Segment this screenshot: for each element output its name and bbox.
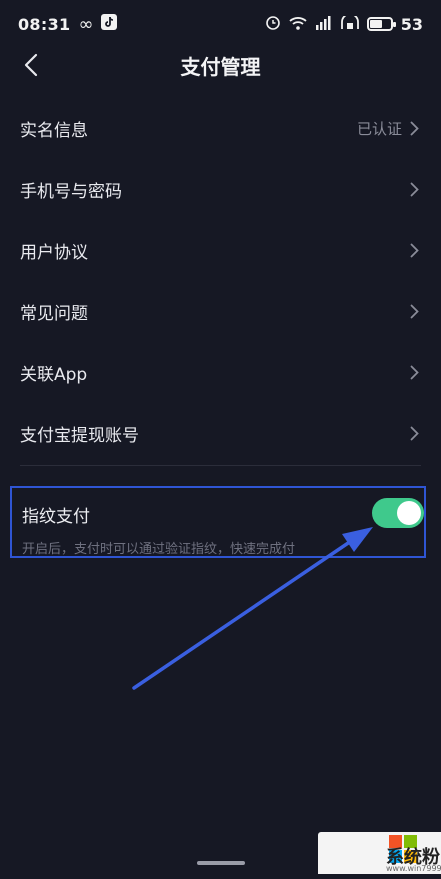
menu-item-label: 手机号与密码 (20, 182, 122, 202)
hd-signal-icon (340, 12, 359, 34)
status-bar: 08:31 ∞ 53 (0, 0, 441, 48)
back-button[interactable] (14, 48, 48, 82)
chevron-left-icon (24, 53, 38, 77)
chevron-right-icon (410, 182, 419, 197)
nav-bar: 支付管理 (0, 48, 441, 82)
menu-item-faq[interactable]: 常见问题 (0, 281, 441, 342)
settings-list: 实名信息 已认证 手机号与密码 用户协议 常见问题 关联App 支付宝提现账号 (0, 98, 441, 464)
chevron-right-icon (410, 426, 419, 441)
page-title: 支付管理 (180, 54, 261, 79)
menu-item-label: 实名信息 (20, 121, 88, 141)
chevron-right-icon (410, 304, 419, 319)
signal-icon (315, 15, 333, 34)
menu-item-alipay-account[interactable]: 支付宝提现账号 (0, 403, 441, 464)
tiktok-icon (101, 14, 118, 34)
chevron-right-icon (410, 121, 419, 136)
wifi-icon (289, 15, 307, 34)
menu-item-label: 常见问题 (20, 304, 88, 324)
battery-icon (366, 17, 396, 31)
fingerprint-payment-toggle[interactable] (372, 498, 424, 528)
home-indicator (197, 861, 245, 865)
menu-item-real-name[interactable]: 实名信息 已认证 (0, 98, 441, 159)
menu-item-label: 关联App (20, 365, 88, 385)
menu-item-label: 用户协议 (20, 243, 88, 263)
fingerprint-payment-label: 指纹支付 (22, 507, 90, 527)
menu-item-linked-app[interactable]: 关联App (0, 342, 441, 403)
section-divider (20, 465, 421, 466)
chevron-right-icon (410, 243, 419, 258)
watermark-url: www.win7999.com (386, 864, 441, 873)
alarm-icon (265, 14, 281, 34)
fingerprint-payment-section: 指纹支付 开启后，支付时可以通过验证指纹，快速完成付 (10, 486, 426, 558)
infinity-icon: ∞ (78, 13, 94, 35)
toggle-knob (397, 501, 421, 525)
chevron-right-icon (410, 365, 419, 380)
menu-item-phone-password[interactable]: 手机号与密码 (0, 159, 441, 220)
status-time: 08:31 (18, 14, 71, 34)
menu-item-label: 支付宝提现账号 (20, 426, 139, 446)
fingerprint-payment-description: 开启后，支付时可以通过验证指纹，快速完成付 (22, 542, 296, 557)
verified-status: 已认证 (356, 120, 402, 138)
menu-item-user-agreement[interactable]: 用户协议 (0, 220, 441, 281)
battery-level: 53 (400, 14, 423, 34)
